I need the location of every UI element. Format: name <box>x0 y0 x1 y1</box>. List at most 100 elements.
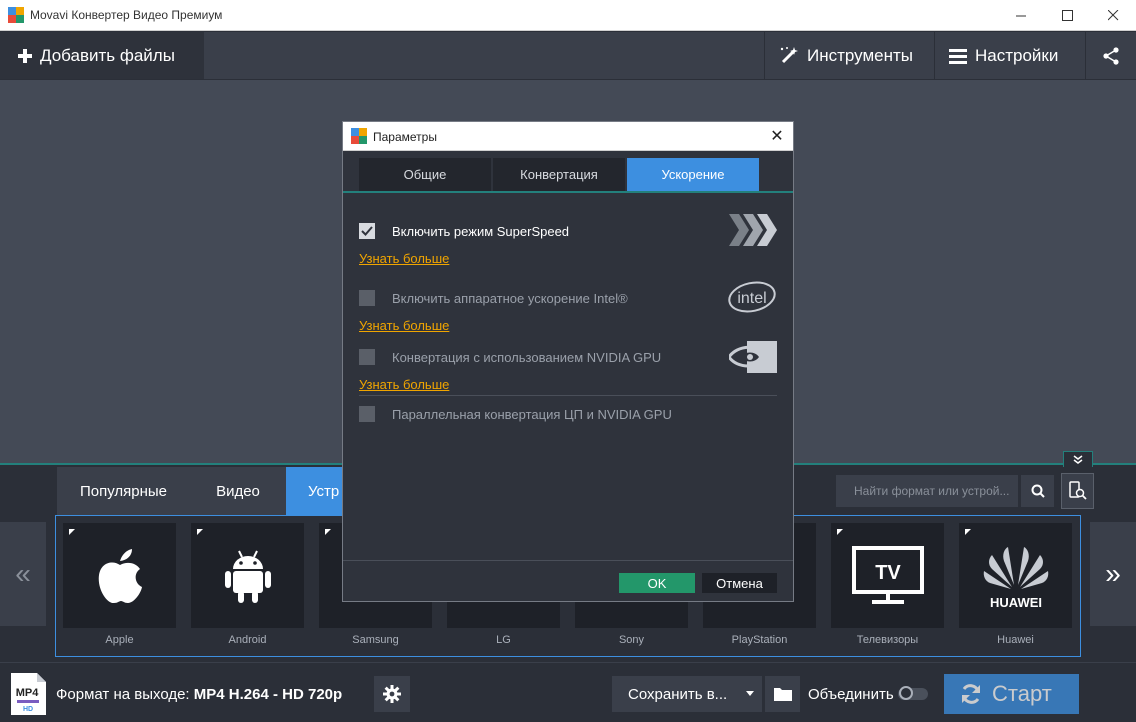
devices-prev-button[interactable]: « <box>0 522 46 626</box>
share-icon <box>1103 46 1119 65</box>
device-label: Samsung <box>352 634 399 646</box>
svg-text:HUAWEI: HUAWEI <box>990 595 1042 610</box>
tab-devices[interactable]: Устр <box>286 467 342 515</box>
superspeed-checkbox[interactable] <box>359 223 375 239</box>
tab-video[interactable]: Видео <box>190 467 286 515</box>
superspeed-label: Включить режим SuperSpeed <box>392 223 570 239</box>
device-label: Apple <box>105 634 134 646</box>
learn-more-nvidia-link[interactable]: Узнать больше <box>359 377 449 392</box>
parallel-checkbox[interactable] <box>359 406 375 422</box>
svg-text:TV: TV <box>875 562 901 584</box>
device-label: Android <box>228 634 267 646</box>
tab-conversion[interactable]: Конвертация <box>493 158 625 191</box>
movavi-app-icon <box>8 7 24 23</box>
intel-logo-icon: intel <box>728 281 776 313</box>
format-search-input[interactable]: Найти формат или устрой... <box>836 475 1018 507</box>
svg-text:HD: HD <box>23 706 33 713</box>
maximize-button[interactable] <box>1044 0 1090 31</box>
save-to-dropdown[interactable]: Сохранить в... <box>612 676 762 712</box>
svg-text:MP4: MP4 <box>16 687 40 699</box>
dialog-footer: OK Отмена <box>343 560 793 601</box>
device-item-huawei[interactable]: HUAWEI Huawei <box>959 523 1072 646</box>
menu-icon <box>949 48 967 64</box>
settings-dialog: Параметры ✕ Общие Конвертация Ускорение … <box>342 121 794 602</box>
ok-button[interactable]: OK <box>619 573 695 593</box>
share-button[interactable] <box>1085 32 1136 79</box>
output-format: Формат на выходе: MP4 H.264 - HD 720p <box>56 686 342 703</box>
start-label: Старт <box>992 681 1052 706</box>
add-files-label: Добавить файлы <box>40 45 175 65</box>
option-intel[interactable]: Включить аппаратное ускорение Intel® <box>359 288 628 308</box>
device-label: Sony <box>618 634 645 646</box>
tools-label: Инструменты <box>807 45 914 65</box>
device-item-tv[interactable]: TV Телевизоры <box>831 523 944 646</box>
movavi-app-icon <box>351 128 367 144</box>
refresh-icon <box>962 684 980 704</box>
search-button[interactable] <box>1021 475 1054 507</box>
close-window-button[interactable] <box>1090 0 1136 31</box>
option-nvidia[interactable]: Конвертация с использованием NVIDIA GPU <box>359 347 661 367</box>
device-label: LG <box>496 634 511 646</box>
svg-text:intel: intel <box>737 290 766 307</box>
checkmark-icon <box>361 226 373 236</box>
device-item-apple[interactable]: Apple <box>63 523 176 646</box>
nvidia-logo-icon <box>729 341 777 373</box>
format-settings-button[interactable] <box>374 676 410 712</box>
nvidia-checkbox[interactable] <box>359 349 375 365</box>
dialog-title: Параметры <box>373 130 437 144</box>
mp4-format-icon: MP4 HD <box>11 673 46 715</box>
merge-toggle[interactable] <box>898 686 928 700</box>
apple-icon <box>98 548 142 603</box>
intel-checkbox[interactable] <box>359 290 375 306</box>
save-to-label: Сохранить в... <box>628 685 728 703</box>
tools-button[interactable]: Инструменты <box>764 32 934 79</box>
tab-general[interactable]: Общие <box>359 158 491 191</box>
learn-more-intel-link[interactable]: Узнать больше <box>359 318 449 333</box>
device-item-android[interactable]: Android <box>191 523 304 646</box>
gear-icon <box>383 685 401 703</box>
open-folder-button[interactable] <box>765 676 800 712</box>
device-label: PlayStation <box>731 634 788 646</box>
device-search-icon <box>1068 481 1087 500</box>
settings-label: Настройки <box>975 45 1059 65</box>
add-files-button[interactable]: Добавить файлы <box>0 32 204 79</box>
option-parallel[interactable]: Параллельная конвертация ЦП и NVIDIA GPU <box>359 404 672 424</box>
plus-icon <box>18 48 32 63</box>
output-format-prefix: Формат на выходе: <box>56 686 190 703</box>
detect-device-button[interactable] <box>1061 473 1094 509</box>
chevron-down-icon <box>746 691 754 696</box>
cancel-button[interactable]: Отмена <box>702 573 777 593</box>
device-label: Huawei <box>997 634 1034 646</box>
superspeed-arrows-icon <box>729 214 777 246</box>
minimize-button[interactable] <box>998 0 1044 31</box>
devices-next-button[interactable]: » <box>1090 522 1136 626</box>
android-icon <box>224 550 271 603</box>
title-bar: Movavi Конвертер Видео Премиум <box>0 0 1136 31</box>
status-bar: MP4 HD Формат на выходе: MP4 H.264 - HD … <box>0 662 1136 722</box>
tv-icon: TV <box>851 545 924 604</box>
double-chevron-down-icon <box>1073 454 1083 464</box>
magic-wand-icon <box>780 46 798 63</box>
tab-popular[interactable]: Популярные <box>57 467 190 515</box>
merge-label: Объединить <box>808 686 894 703</box>
device-label: Телевизоры <box>856 634 919 646</box>
search-icon <box>1031 484 1045 498</box>
intel-label: Включить аппаратное ускорение Intel® <box>392 290 628 306</box>
options-divider <box>359 395 777 396</box>
tab-acceleration[interactable]: Ускорение <box>627 158 759 191</box>
option-superspeed[interactable]: Включить режим SuperSpeed <box>359 221 569 241</box>
output-format-value[interactable]: MP4 H.264 - HD 720p <box>194 686 342 703</box>
dialog-title-bar: Параметры ✕ <box>343 122 793 151</box>
huawei-icon: HUAWEI <box>983 546 1048 610</box>
parallel-label: Параллельная конвертация ЦП и NVIDIA GPU <box>392 406 672 422</box>
close-icon <box>1107 10 1118 21</box>
learn-more-superspeed-link[interactable]: Узнать больше <box>359 251 449 266</box>
start-button[interactable]: Старт <box>944 674 1079 714</box>
settings-button[interactable]: Настройки <box>934 32 1084 79</box>
main-toolbar: Добавить файлы Инструменты Настройки <box>0 32 1136 79</box>
dialog-close-button[interactable]: ✕ <box>765 125 789 147</box>
maximize-icon <box>1061 10 1073 21</box>
collapse-panel-button[interactable] <box>1063 451 1093 467</box>
folder-icon <box>773 688 792 701</box>
window-title: Movavi Конвертер Видео Премиум <box>30 8 223 22</box>
